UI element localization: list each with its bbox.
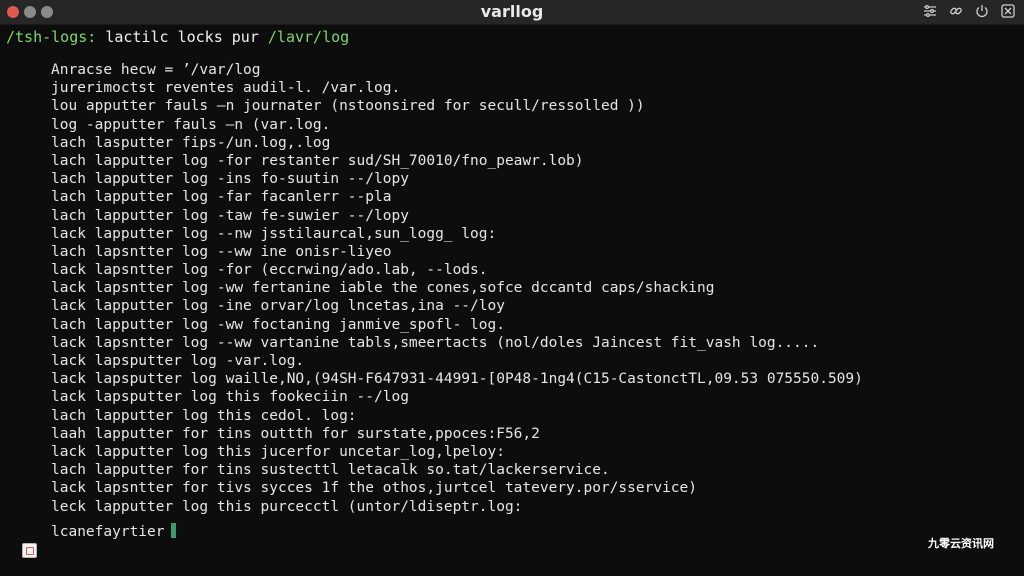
prompt-command: lactilc locks pur <box>96 28 268 46</box>
output-line: lach lapputter log this cedol. log: <box>51 407 357 424</box>
output-line: lach lapputter log -ww foctaning janmive… <box>51 316 505 333</box>
output-line: leck lapputter log this purcecctl (untor… <box>51 498 523 515</box>
titlebar-actions <box>922 3 1016 19</box>
output-line: lach lapsntter log --ww ine onisr-liyeo <box>51 243 392 260</box>
prompt-user: /tsh-logs: <box>6 28 97 46</box>
terminal-output: Anracse hecw = ’/var/log jurerimoctst rev… <box>51 61 863 516</box>
output-line: lack lapsputter log this fookeciin --/lo… <box>51 389 409 406</box>
output-line: lack lapputter log this jucerfor uncetar… <box>51 443 505 460</box>
close-icon[interactable] <box>1000 3 1016 19</box>
title-bar: varllog <box>0 0 1024 25</box>
output-line: jurerimoctst reventes audil-l. /var.log. <box>51 80 401 97</box>
output-line: lack lapsputter log waille,NO,(94SH-F647… <box>51 371 863 388</box>
output-line: lack lapsntter log -ww fertanine iable t… <box>51 280 715 297</box>
output-line: laah lapputter for tins outtth for surst… <box>51 425 540 442</box>
power-icon[interactable] <box>974 3 990 19</box>
prompt-path: /lavr/log <box>267 28 350 46</box>
current-input-text: lcanefayrtier <box>51 524 165 540</box>
output-line: Anracse hecw = ’/var/log <box>51 62 261 78</box>
watermark: 九零云资讯网 <box>928 537 994 550</box>
output-line: lack lapsntter log -for (eccrwing/ado.la… <box>51 262 488 279</box>
output-line: lach lapputter log -ins fo-suutin --/lop… <box>51 171 409 188</box>
text-cursor <box>170 523 176 538</box>
output-line: lack lapsputter log -var.log. <box>51 353 305 369</box>
current-input-line[interactable]: lcanefayrtier <box>51 522 176 542</box>
document-icon[interactable] <box>22 543 37 558</box>
output-line: log -apputter fauls –n (var.log. <box>51 116 331 133</box>
output-line: lack lapsntter for tivs sycces 1f the ot… <box>51 480 698 497</box>
shell-prompt: /tsh-logs: lactilc locks pur /lavr/log <box>6 27 349 47</box>
window-title: varllog <box>480 2 544 21</box>
output-line: lach lasputter fips-/un.log,.log <box>51 134 331 151</box>
link-icon[interactable] <box>948 3 964 19</box>
output-line: lach lapputter log -far facanlerr --pla <box>51 189 392 206</box>
output-line: lach lapputter for tins sustecttl letaca… <box>51 462 610 479</box>
output-line: lach lapputter log -for restanter sud/SH… <box>51 152 584 169</box>
settings-sliders-icon[interactable] <box>922 3 938 19</box>
output-line: lack lapputter log -ine orvar/log lnceta… <box>51 298 505 315</box>
output-line: lack lapputter log --nw jsstilaurcal,sun… <box>51 225 497 242</box>
output-line: lach lapputter log -taw fe-suwier --/lop… <box>51 207 409 224</box>
output-line: lack lapsntter log --ww vartanine tabls,… <box>51 334 820 351</box>
output-line: lou apputter fauls –n journater (nstoons… <box>51 98 645 115</box>
